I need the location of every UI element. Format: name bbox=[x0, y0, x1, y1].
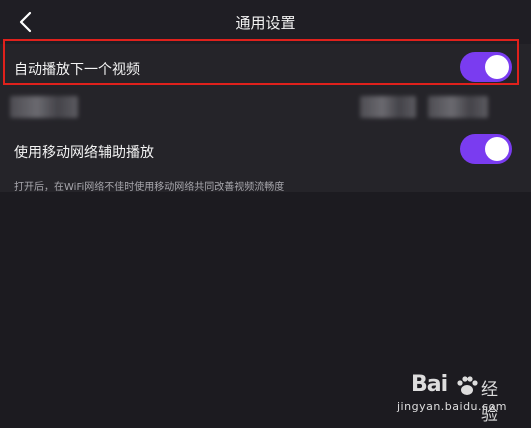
setting-row-mobile-assist: 使用移动网络辅助播放 bbox=[0, 132, 531, 178]
highlight-box bbox=[3, 39, 519, 85]
page-title: 通用设置 bbox=[235, 14, 296, 32]
toggle-knob bbox=[485, 137, 509, 161]
setting-row-obscured bbox=[0, 90, 531, 126]
blurred-text bbox=[360, 96, 416, 118]
blurred-text bbox=[428, 96, 488, 118]
paw-icon bbox=[457, 376, 478, 395]
watermark: Bai 经验 jingyan.baidu.com bbox=[397, 372, 507, 425]
watermark-url: jingyan.baidu.com bbox=[397, 400, 508, 413]
blurred-text bbox=[10, 96, 78, 118]
mobile-assist-hint: 打开后，在WiFi网络不佳时使用移动网络共同改善视频流畅度 bbox=[14, 182, 285, 193]
mobile-assist-toggle[interactable] bbox=[460, 134, 512, 164]
mobile-assist-label: 使用移动网络辅助播放 bbox=[14, 145, 154, 161]
watermark-logo: Bai bbox=[411, 372, 448, 397]
header-bar: 通用设置 bbox=[0, 0, 531, 44]
